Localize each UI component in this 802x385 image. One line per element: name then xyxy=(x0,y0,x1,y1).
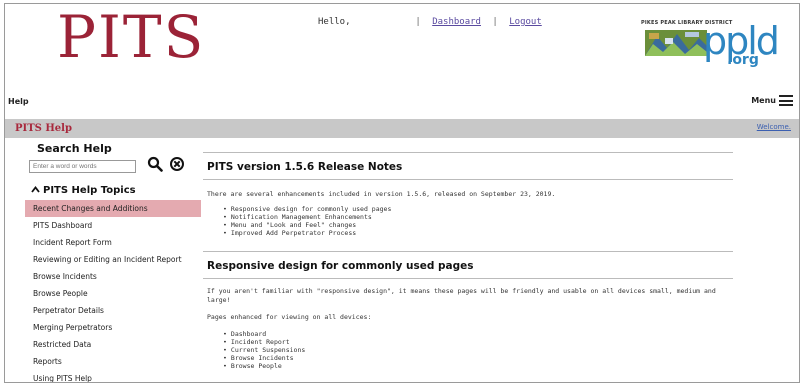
section-paragraph: Pages enhanced for viewing on all device… xyxy=(207,313,372,321)
search-icon[interactable] xyxy=(147,156,163,172)
section-title: Responsive design for commonly used page… xyxy=(207,260,474,272)
topic-reports[interactable]: Reports xyxy=(25,353,201,370)
list-item: Current Suspensions xyxy=(223,346,733,354)
divider xyxy=(203,251,733,252)
topic-perpetrator-details[interactable]: Perpetrator Details xyxy=(25,302,201,319)
list-item: Browse People xyxy=(223,362,733,370)
topic-using-help[interactable]: Using PITS Help xyxy=(25,370,201,382)
separator: | xyxy=(415,17,421,27)
topic-merging-perpetrators[interactable]: Merging Perpetrators xyxy=(25,319,201,336)
pages-list: Dashboard Incident Report Current Suspen… xyxy=(223,330,733,370)
topic-reviewing-editing[interactable]: Reviewing or Editing an Incident Report xyxy=(25,251,201,268)
main-content: PITS version 1.5.6 Release Notes There a… xyxy=(203,140,733,370)
title-bar: PITS Help Welcome. xyxy=(5,119,799,138)
help-topics-heading: PITS Help Topics xyxy=(43,185,136,196)
topic-dashboard[interactable]: PITS Dashboard xyxy=(25,217,201,234)
topic-incident-report-form[interactable]: Incident Report Form xyxy=(25,234,201,251)
list-item: Improved Add Perpetrator Process xyxy=(223,229,733,237)
divider xyxy=(203,278,733,279)
topic-recent-changes[interactable]: Recent Changes and Additions xyxy=(25,200,201,217)
user-bar: Hello, | Dashboard | Logout xyxy=(318,17,542,27)
help-topics-toggle[interactable]: PITS Help Topics xyxy=(31,185,136,196)
ppld-tld: .org xyxy=(727,52,759,68)
dashboard-link[interactable]: Dashboard xyxy=(432,17,481,27)
separator: | xyxy=(492,17,498,27)
page-title: PITS Help xyxy=(15,123,72,134)
divider xyxy=(203,179,733,180)
chevron-up-icon xyxy=(31,186,40,193)
ppld-mountain-graphic-icon xyxy=(645,30,707,56)
release-title: PITS version 1.5.6 Release Notes xyxy=(207,161,403,173)
pits-logo[interactable]: PITS xyxy=(57,6,205,68)
divider xyxy=(203,152,733,153)
section-paragraph: If you aren't familiar with "responsive … xyxy=(207,287,716,304)
release-intro: There are several enhancements included … xyxy=(207,190,556,198)
search-box[interactable] xyxy=(29,160,136,173)
list-item: Browse Incidents xyxy=(223,354,733,362)
hamburger-icon xyxy=(779,95,793,106)
topic-list: Recent Changes and Additions PITS Dashbo… xyxy=(25,200,201,382)
list-item: Notification Management Enhancements xyxy=(223,213,733,221)
search-help-title: Search Help xyxy=(37,142,112,155)
list-item: Responsive design for commonly used page… xyxy=(223,205,733,213)
search-input[interactable] xyxy=(33,163,132,170)
page-frame: PITS Hello, | Dashboard | Logout PIKES P… xyxy=(4,3,800,383)
ppld-logo[interactable]: PIKES PEAK LIBRARY DISTRICT ppld .org xyxy=(641,20,780,70)
menu-button[interactable]: Menu xyxy=(751,95,793,106)
logout-link[interactable]: Logout xyxy=(509,17,542,27)
topic-restricted-data[interactable]: Restricted Data xyxy=(25,336,201,353)
menu-label: Menu xyxy=(751,96,776,105)
topic-browse-incidents[interactable]: Browse Incidents xyxy=(25,268,201,285)
enhancement-list: Responsive design for commonly used page… xyxy=(223,205,733,237)
greeting-text: Hello, xyxy=(318,17,351,27)
welcome-link[interactable]: Welcome. xyxy=(757,123,791,131)
clear-search-icon[interactable] xyxy=(169,156,185,172)
topic-browse-people[interactable]: Browse People xyxy=(25,285,201,302)
list-item: Menu and "Look and Feel" changes xyxy=(223,221,733,229)
help-label: Help xyxy=(8,97,29,106)
list-item: Dashboard xyxy=(223,330,733,338)
list-item: Incident Report xyxy=(223,338,733,346)
